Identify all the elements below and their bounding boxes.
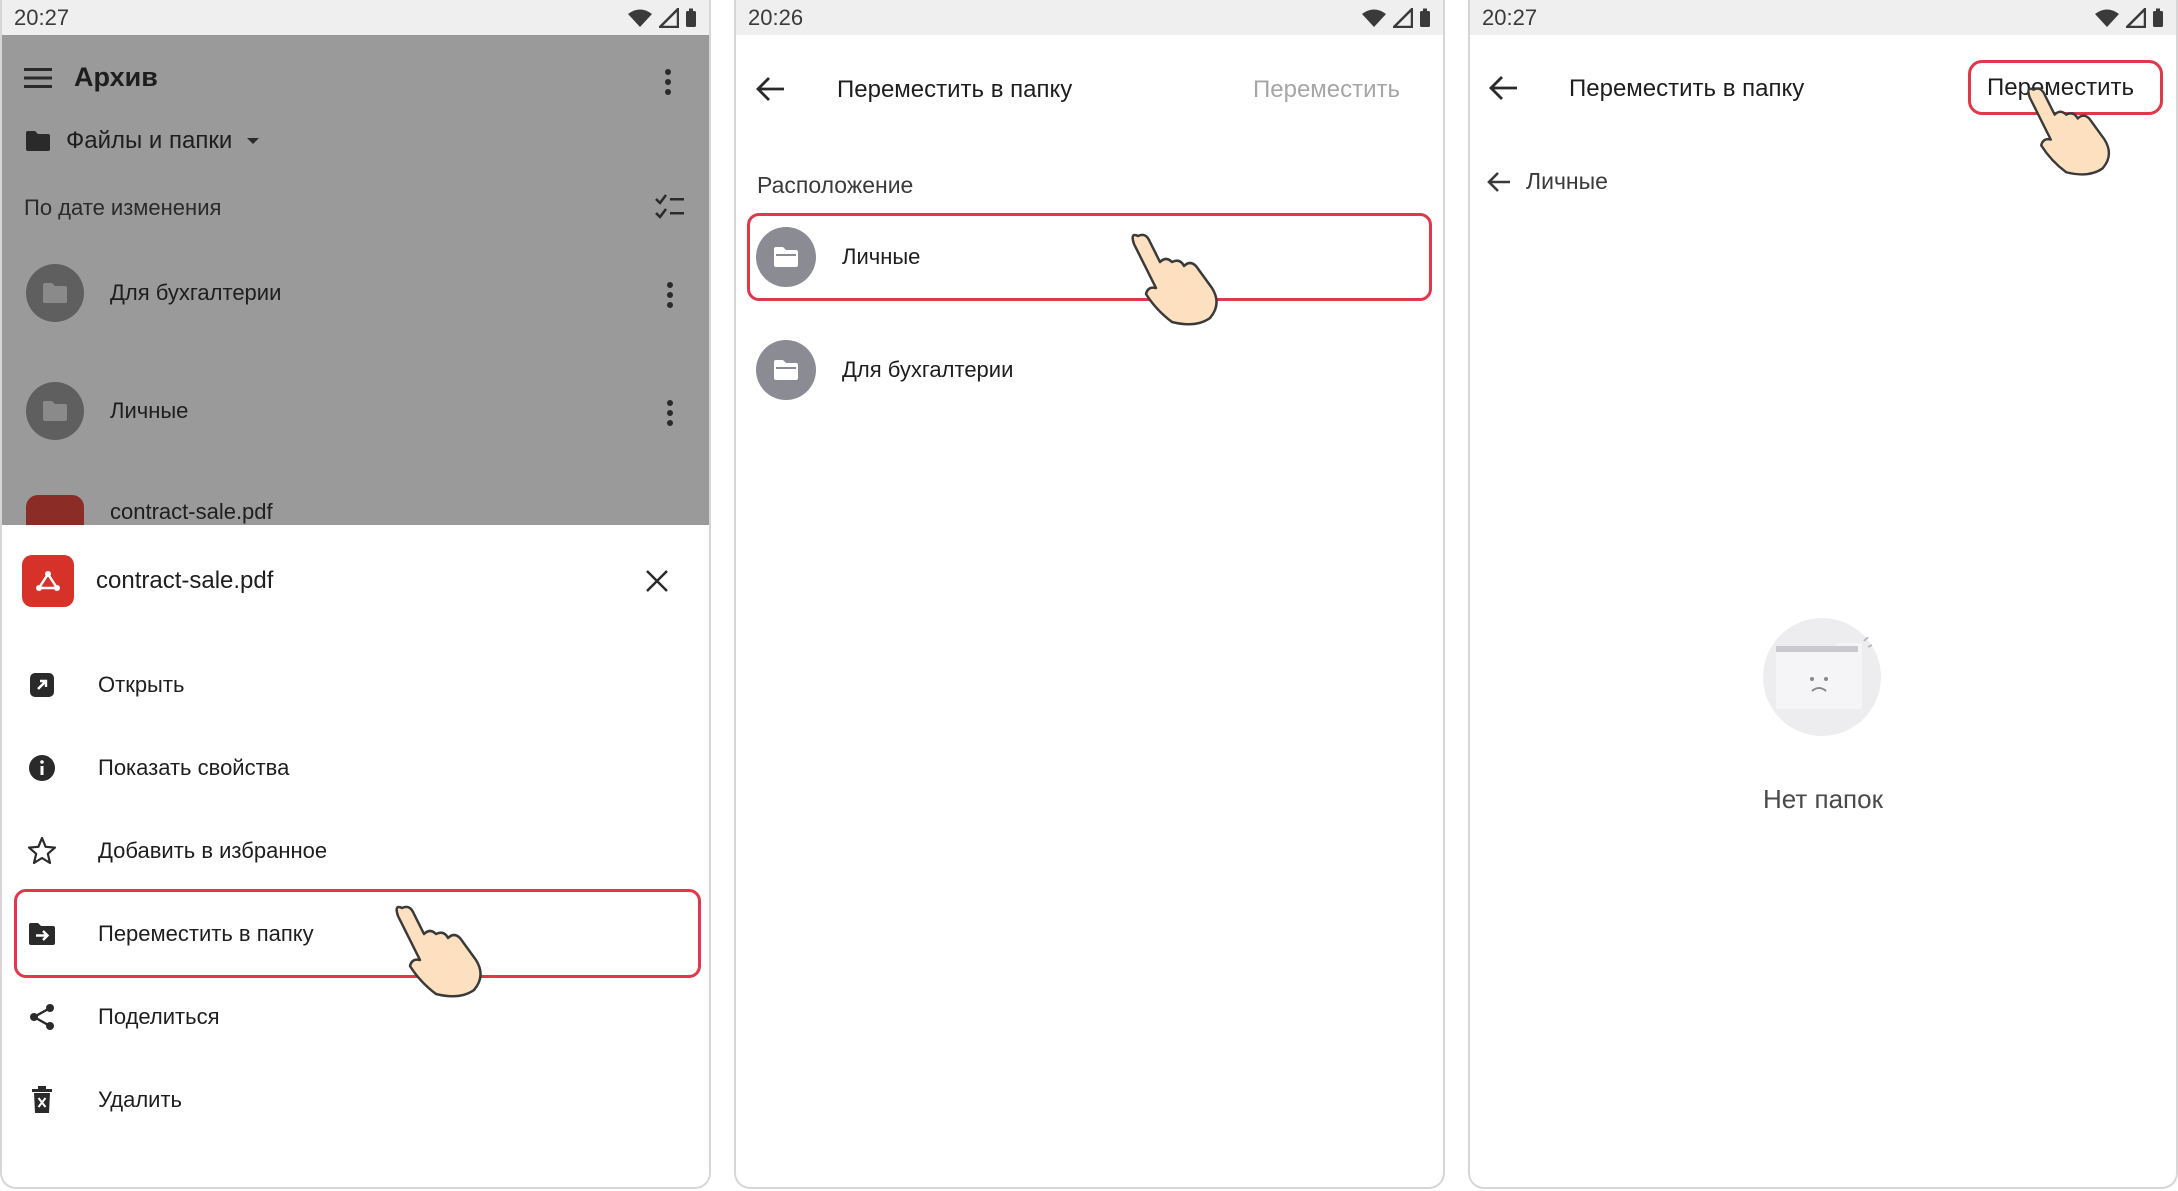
empty-folder-illustration: [1763, 618, 1881, 736]
pointing-hand-icon: [1131, 233, 1218, 326]
menu-item-favorite[interactable]: Добавить в избранное: [26, 821, 686, 881]
multi-select-icon[interactable]: [654, 193, 686, 221]
screen-empty-folder: 20:27 Переместить в папку Переместить Ли…: [1468, 0, 2178, 1189]
status-bar: 20:27: [2, 0, 709, 35]
breadcrumb[interactable]: Личные: [1486, 168, 1608, 195]
folder-icon: [43, 283, 67, 303]
menu-item-properties[interactable]: Показать свойства: [26, 738, 686, 798]
folder-avatar: [26, 264, 84, 322]
dimmed-file-list[interactable]: Архив Файлы и папки По дате изменения Дл…: [2, 35, 709, 553]
open-external-icon: [30, 673, 54, 697]
empty-folder-icon: [1776, 637, 1872, 709]
status-bar: 20:27: [1470, 0, 2176, 35]
menu-item-label: Поделиться: [98, 1004, 220, 1029]
list-item-label: Для бухгалтерии: [110, 280, 282, 305]
status-bar: 20:26: [736, 0, 1443, 35]
folder-icon: [774, 360, 798, 380]
pointing-hand-icon: [2027, 87, 2111, 176]
more-options-icon[interactable]: [667, 400, 673, 426]
bottom-sheet: contract-sale.pdf Открыть Показать свойс…: [2, 525, 709, 1187]
signal-icon: [2126, 7, 2146, 28]
hamburger-menu-icon[interactable]: [24, 67, 52, 89]
wifi-icon: [2095, 9, 2119, 27]
more-options-icon[interactable]: [667, 282, 673, 308]
menu-item-open[interactable]: Открыть: [26, 655, 686, 715]
folder-icon: [26, 131, 50, 151]
files-folders-dropdown[interactable]: Файлы и папки: [24, 127, 260, 155]
pdf-file-icon: [22, 555, 74, 607]
back-arrow-icon: [1487, 171, 1510, 192]
folder-avatar: [756, 340, 816, 400]
empty-state-text: Нет папок: [1763, 784, 1883, 814]
wifi-icon: [1362, 9, 1386, 27]
battery-icon: [686, 8, 696, 27]
close-icon: [646, 570, 668, 592]
folder-label: Для бухгалтерии: [842, 357, 1014, 382]
list-item[interactable]: Личные: [26, 382, 188, 440]
menu-item-share[interactable]: Поделиться: [26, 987, 686, 1047]
list-item-label: Личные: [110, 398, 189, 423]
trash-icon: [32, 1086, 52, 1113]
status-icons: [627, 7, 697, 28]
share-icon: [30, 1004, 54, 1030]
screen-select-destination: 20:26 Переместить в папку Переместить Ра…: [734, 0, 1445, 1189]
battery-icon: [1420, 8, 1430, 27]
folder-avatar: [26, 382, 84, 440]
highlight-folder-personal: [747, 213, 1432, 301]
back-arrow-icon[interactable]: [756, 76, 786, 102]
folder-item-accounting[interactable]: Для бухгалтерии: [756, 340, 1013, 400]
page-title: Архив: [74, 62, 158, 92]
signal-icon: [1393, 7, 1413, 28]
battery-icon: [2153, 8, 2163, 27]
section-label: Расположение: [757, 172, 914, 198]
pointing-hand-icon: [395, 905, 482, 998]
menu-item-label: Открыть: [98, 672, 185, 697]
status-icons: [1361, 7, 1431, 28]
menu-item-label: Показать свойства: [98, 755, 290, 780]
wifi-icon: [628, 9, 652, 27]
toolbar-title: Переместить в папку: [837, 76, 1073, 103]
close-button[interactable]: [639, 563, 675, 599]
signal-icon: [659, 7, 679, 28]
more-options-icon[interactable]: [665, 69, 671, 95]
screen-file-actions: 20:27 Архив Файлы и папки По дате измене…: [0, 0, 711, 1189]
move-button[interactable]: Переместить: [1253, 76, 1400, 104]
info-icon: [29, 755, 55, 781]
sheet-filename: contract-sale.pdf: [96, 567, 274, 594]
status-icons: [2094, 7, 2164, 28]
files-folders-label: Файлы и папки: [66, 127, 233, 154]
status-time: 20:26: [748, 4, 804, 30]
breadcrumb-label: Личные: [1526, 168, 1608, 194]
menu-item-delete[interactable]: Удалить: [26, 1070, 686, 1130]
sort-label[interactable]: По дате изменения: [24, 195, 221, 221]
status-time: 20:27: [14, 4, 70, 30]
toolbar-title: Переместить в папку: [1569, 75, 1805, 102]
menu-item-label: Удалить: [98, 1087, 182, 1112]
status-time: 20:27: [1482, 4, 1538, 30]
list-item[interactable]: Для бухгалтерии: [26, 264, 281, 322]
star-icon: [27, 836, 57, 865]
highlight-move-to-folder: [14, 889, 701, 978]
back-arrow-icon[interactable]: [1489, 75, 1519, 101]
list-item-label: contract-sale.pdf: [110, 499, 273, 524]
app-header: Архив: [24, 62, 158, 93]
menu-item-label: Добавить в избранное: [98, 838, 328, 863]
sheet-header: contract-sale.pdf: [22, 555, 273, 607]
folder-icon: [43, 401, 67, 421]
chevron-down-icon: [247, 138, 260, 144]
